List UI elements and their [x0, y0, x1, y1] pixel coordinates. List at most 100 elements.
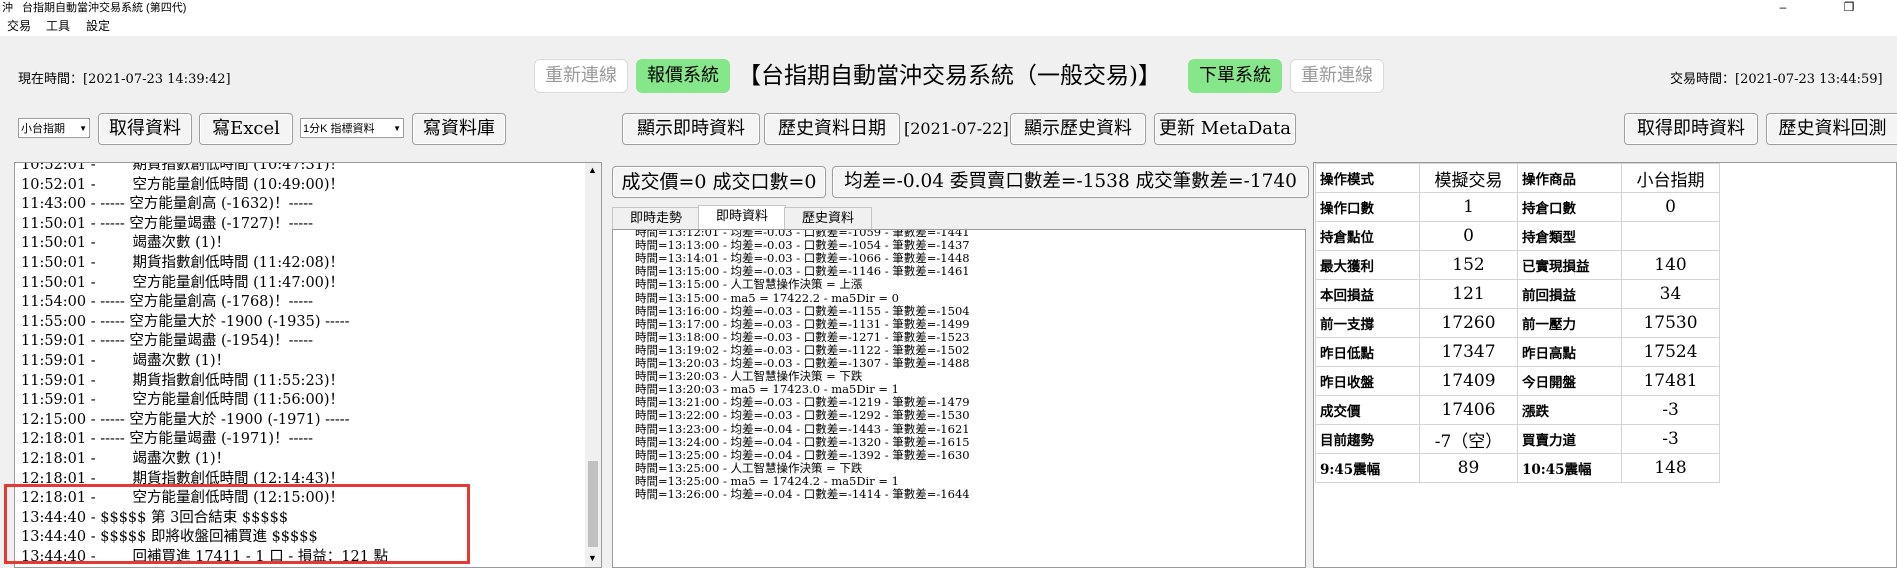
info-label: 昨日高點 [1517, 337, 1622, 367]
info-label: 昨日低點 [1315, 337, 1420, 367]
info-value: 小台指期 [1621, 163, 1720, 193]
indicator-select[interactable]: 1分K 指標資料 ▼ [300, 118, 404, 138]
scroll-down-icon[interactable]: ▼ [588, 553, 597, 563]
tab-realtime-data[interactable]: 即時資料 [698, 205, 786, 230]
product-select[interactable]: 小台指期 ▼ [18, 118, 90, 138]
info-value: 121 [1419, 279, 1518, 309]
menu-bar: 交易 工具 設定 [0, 16, 1897, 36]
info-row: 本回損益 121 前回損益 34 [1315, 279, 1720, 309]
info-label: 持倉點位 [1315, 221, 1420, 251]
menu-settings[interactable]: 設定 [86, 16, 110, 36]
info-row: 昨日收盤 17409 今日開盤 17481 [1315, 366, 1720, 396]
info-value: 152 [1419, 250, 1518, 280]
menu-trade[interactable]: 交易 [7, 16, 31, 36]
info-value: 0 [1419, 221, 1518, 251]
log-line: 11:59:01 - ----- 空方能量竭盡 (-1954)！----- [21, 333, 314, 350]
stats-summary[interactable]: 均差=-0.04 委買賣口數差=-1538 成交筆數差=-1740 [832, 166, 1309, 198]
show-realtime-button[interactable]: 顯示即時資料 [622, 113, 760, 145]
info-label: 漲跌 [1517, 395, 1622, 425]
update-metadata-button[interactable]: 更新 MetaData [1154, 113, 1296, 145]
realtime-list: 時間=13:12:01 - 均差=-0.03 - 口數差=-1059 - 筆數差… [613, 230, 1303, 567]
info-value: 17481 [1621, 366, 1720, 396]
log-line: 12:15:00 - ----- 空方能量大於 -1900 (-1971) --… [21, 411, 350, 428]
log-line: 11:43:00 - ----- 空方能量創高 (-1632)！----- [21, 196, 314, 213]
menu-tools[interactable]: 工具 [46, 16, 70, 36]
highlight-box [4, 484, 470, 564]
info-value: 89 [1419, 453, 1518, 483]
history-date-button[interactable]: 歷史資料日期 [764, 113, 900, 145]
reconnect-quote-button[interactable]: 重新連線 [534, 59, 628, 93]
write-db-button[interactable]: 寫資料庫 [412, 113, 506, 145]
realtime-line: 時間=13:17:00 - 均差=-0.03 - 口數差=-1131 - 筆數差… [635, 316, 970, 331]
info-label: 前回損益 [1517, 279, 1622, 309]
product-select-value: 小台指期 [21, 123, 65, 135]
realtime-line: 時間=13:25:00 - 人工智慧操作決策 = 下跌 [635, 460, 863, 475]
info-label: 前一支撐 [1315, 308, 1420, 338]
chevron-down-icon: ▼ [393, 124, 401, 133]
log-line: 11:59:01 - 期貨指數創低時間 (11:55:23)！ [21, 372, 345, 389]
log-line: 12:18:01 - ----- 空方能量竭盡 (-1971)！----- [21, 431, 314, 448]
info-label: 本回損益 [1315, 279, 1420, 309]
log-line: 11:59:01 - 空方能量創低時間 (11:56:00)！ [21, 392, 345, 409]
title-bar: 沖 台指期自動當沖交易系統 (第四代) – ❐ [0, 0, 1897, 16]
log-line: 11:50:01 - 期貨指數創低時間 (11:42:08)！ [21, 255, 345, 271]
info-label: 持倉類型 [1517, 221, 1622, 251]
realtime-line: 時間=13:15:00 - ma5 = 17422.2 - ma5Dir = 0 [635, 290, 899, 305]
info-label: 買賣力道 [1517, 424, 1622, 454]
info-label: 成交價 [1315, 395, 1420, 425]
app-icon: 沖 [2, 2, 13, 14]
minimize-icon[interactable]: – [1760, 0, 1806, 16]
write-excel-button[interactable]: 寫Excel [199, 113, 293, 145]
order-system-button[interactable]: 下單系統 [1188, 59, 1282, 93]
reconnect-order-button[interactable]: 重新連線 [1290, 59, 1384, 93]
info-label: 已實現損益 [1517, 250, 1622, 280]
info-row: 最大獲利 152 已實現損益 140 [1315, 250, 1720, 280]
info-row: 操作模式 模擬交易 操作商品 小台指期 [1315, 163, 1720, 193]
quote-system-button[interactable]: 報價系統 [636, 59, 730, 93]
window-title: 台指期自動當沖交易系統 (第四代) [22, 2, 187, 14]
info-row: 成交價 17406 漲跌 -3 [1315, 395, 1720, 425]
realtime-line: 時間=13:24:00 - 均差=-0.04 - 口數差=-1320 - 筆數差… [635, 434, 970, 449]
info-label: 操作模式 [1315, 163, 1420, 193]
realtime-line: 時間=13:25:00 - 均差=-0.04 - 口數差=-1392 - 筆數差… [635, 447, 970, 462]
info-value: 模擬交易 [1419, 163, 1518, 193]
tab-realtime-trend[interactable]: 即時走勢 [612, 207, 700, 230]
get-data-button[interactable]: 取得資料 [98, 113, 192, 145]
log-line: 11:59:01 - 竭盡次數 (1)！ [21, 353, 231, 369]
info-value: 17530 [1621, 308, 1720, 338]
scroll-up-icon[interactable]: ▲ [588, 165, 597, 175]
info-value: 140 [1621, 250, 1720, 280]
log-scroll-thumb[interactable] [588, 461, 598, 547]
info-value: 148 [1621, 453, 1720, 483]
info-row: 目前趨勢 -7（空） 買賣力道 -3 [1315, 424, 1720, 454]
history-date-value: [2021-07-22] [904, 119, 1009, 138]
realtime-line: 時間=13:18:00 - 均差=-0.03 - 口數差=-1271 - 筆數差… [635, 329, 970, 344]
info-row: 操作口數 1 持倉口數 0 [1315, 192, 1720, 222]
info-label: 操作商品 [1517, 163, 1622, 193]
get-realtime-button[interactable]: 取得即時資料 [1624, 113, 1758, 145]
trade-price-summary[interactable]: 成交價=0 成交口數=0 [612, 166, 826, 198]
info-value [1621, 221, 1720, 251]
info-label: 最大獲利 [1315, 250, 1420, 280]
show-history-button[interactable]: 顯示歷史資料 [1010, 113, 1146, 145]
log-scrollbar[interactable]: ▲ ▼ [585, 163, 601, 567]
info-label: 昨日收盤 [1315, 366, 1420, 396]
realtime-line: 時間=13:23:00 - 均差=-0.04 - 口數差=-1443 - 筆數差… [635, 421, 970, 436]
info-value: -3 [1621, 395, 1720, 425]
log-line: 12:18:01 - 竭盡次數 (1)！ [21, 451, 231, 467]
log-line: 10:52:01 - 期貨指數創低時間 (10:47:31)！ [21, 162, 345, 173]
info-value: 17347 [1419, 337, 1518, 367]
log-line: 11:54:00 - ----- 空方能量創高 (-1768)！----- [21, 294, 314, 311]
chevron-down-icon: ▼ [79, 124, 87, 133]
history-backtest-button[interactable]: 歷史資料回測 [1766, 113, 1897, 145]
realtime-line: 時間=13:22:00 - 均差=-0.03 - 口數差=-1292 - 筆數差… [635, 408, 970, 423]
info-value: -7（空） [1419, 424, 1518, 454]
info-label: 持倉口數 [1517, 192, 1622, 222]
tab-history-data[interactable]: 歷史資料 [784, 207, 872, 230]
info-value: 0 [1621, 192, 1720, 222]
indicator-select-value: 1分K 指標資料 [303, 123, 375, 135]
info-value: -3 [1621, 424, 1720, 454]
restore-icon[interactable]: ❐ [1826, 0, 1872, 16]
log-line: 10:52:01 - 空方能量創低時間 (10:49:00)！ [21, 176, 345, 193]
info-label: 今日開盤 [1517, 366, 1622, 396]
